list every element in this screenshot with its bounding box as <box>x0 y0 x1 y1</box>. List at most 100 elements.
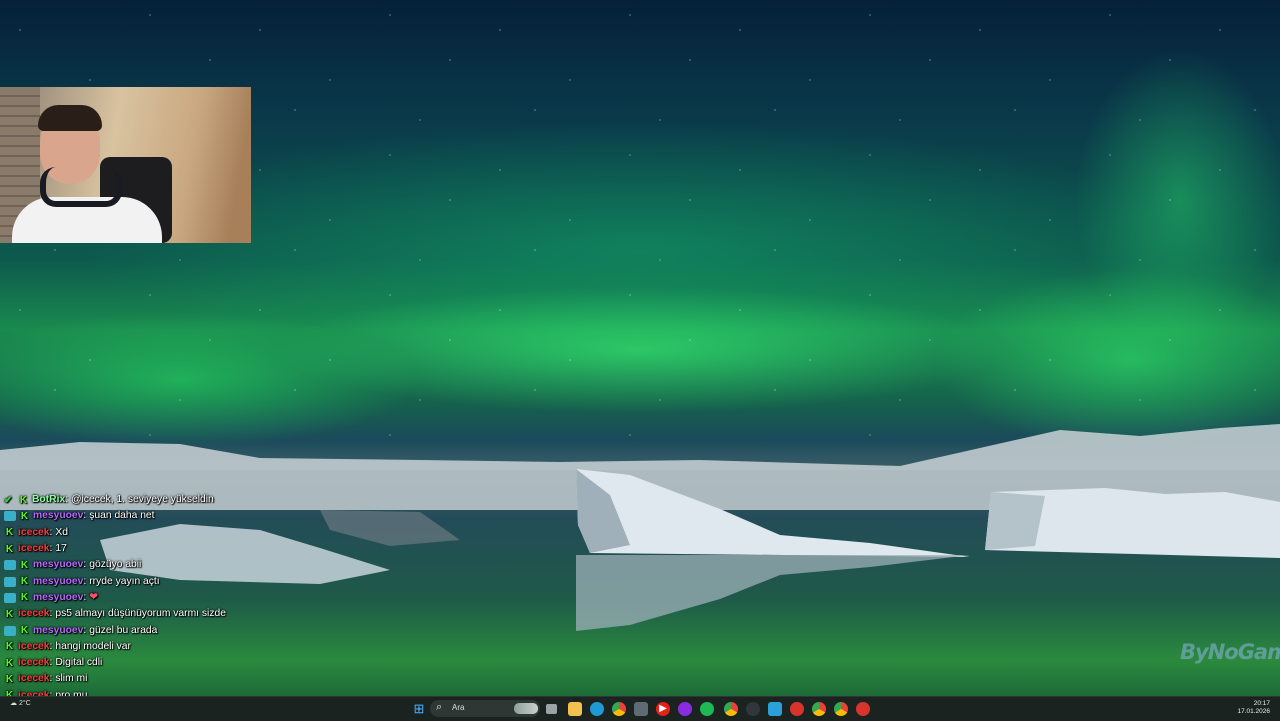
clock-time: 20:17 <box>1253 700 1270 707</box>
chat-text: gözüyo abii <box>89 559 142 571</box>
subscriber-badge-icon <box>4 576 16 587</box>
search-input[interactable]: Ara <box>452 703 464 712</box>
webcam-overlay <box>0 87 251 243</box>
calculator-icon[interactable] <box>634 702 648 716</box>
chat-message: Kicecek: hangi modeli var <box>4 639 334 655</box>
kick-badge-icon: K <box>5 527 14 539</box>
chat-text: Xd <box>55 526 68 538</box>
app-red-icon[interactable] <box>790 702 804 716</box>
chat-text: slim mi <box>55 673 88 685</box>
chat-username[interactable]: icecek <box>18 541 50 557</box>
subscriber-badge-icon <box>4 592 16 603</box>
chat-separator: : <box>83 575 87 587</box>
chat-separator: : <box>49 608 53 620</box>
taskbar-search[interactable]: ⌕ Ara <box>430 700 540 717</box>
chat-separator: : <box>83 510 87 522</box>
chat-username[interactable]: mesyuoev <box>33 623 83 639</box>
chat-message: ✔ K BotRix: @icecek, 1. seviyeye yükseldin <box>4 492 334 508</box>
kick-badge-icon: K <box>20 625 29 637</box>
chat-message: Kicecek: ps5 almayı düşünüyorum varmı siz… <box>4 606 334 622</box>
kick-badge-icon: K <box>5 641 14 653</box>
kick-badge-icon: K <box>20 510 29 522</box>
chat-username[interactable]: BotRix <box>32 492 65 508</box>
search-icon: ⌕ <box>436 701 443 713</box>
kick-badge-icon: K <box>5 543 14 555</box>
weather-icon: ☁ <box>10 700 17 707</box>
chat-username[interactable]: icecek <box>18 655 50 671</box>
obs-icon[interactable] <box>746 702 760 716</box>
channel-watermark: ByNoGame <box>1180 640 1280 664</box>
chat-separator: : <box>49 543 53 555</box>
chat-message: Kmesyuoev: şuan daha net <box>4 508 334 524</box>
subscriber-badge-icon <box>4 625 16 636</box>
chat-username[interactable]: mesyuoev <box>33 574 83 590</box>
chat-username[interactable]: mesyuoev <box>33 508 83 524</box>
chat-username[interactable]: icecek <box>18 606 50 622</box>
chat-separator: : <box>49 657 53 669</box>
chat-message: Kmesyuoev: güzel bu arada <box>4 622 334 638</box>
chat-message: Kicecek: Xd <box>4 525 334 541</box>
chat-separator: : <box>49 640 53 652</box>
iceberg-reflection <box>576 555 970 631</box>
chat-separator: : <box>83 559 87 571</box>
search-highlight-image <box>514 703 538 714</box>
kick-badge-icon: K <box>5 657 14 669</box>
chat-username[interactable]: icecek <box>18 671 50 687</box>
kick-badge-icon: K <box>20 559 29 571</box>
chat-text: hangi modeli var <box>55 640 131 652</box>
kick-badge-icon: K <box>5 608 14 620</box>
subscriber-badge-icon <box>4 560 16 571</box>
chat-text: rryde yayın açtı <box>89 575 160 587</box>
chat-message: Kicecek:17 <box>4 541 334 557</box>
chat-message: Kmesyuoev: ❤ <box>4 590 334 606</box>
chat-username[interactable]: mesyuoev <box>33 590 83 606</box>
chat-text: 17 <box>55 543 67 555</box>
chat-message: Kmesyuoev: rryde yayın açtı <box>4 573 334 589</box>
chrome-app-3-icon[interactable] <box>834 702 848 716</box>
chrome-app-2-icon[interactable] <box>812 702 826 716</box>
chat-text: güzel bu arada <box>89 624 158 636</box>
app-red-2-icon[interactable] <box>856 702 870 716</box>
edge-icon[interactable] <box>590 702 604 716</box>
chat-message: Kicecek: slim mi <box>4 671 334 687</box>
chat-separator: : <box>83 591 87 603</box>
headphones <box>40 167 122 207</box>
webcam-person-hair <box>38 105 102 131</box>
youtube-icon[interactable]: ▶ <box>656 702 670 716</box>
iceberg-center <box>576 469 970 557</box>
chat-username[interactable]: icecek <box>18 525 50 541</box>
store-icon[interactable] <box>768 702 782 716</box>
chat-message: Kmesyuoev: gözüyo abii <box>4 557 334 573</box>
chat-separator: : <box>65 494 69 506</box>
kick-badge-icon: K <box>5 673 14 685</box>
chat-separator: : <box>49 526 53 538</box>
chrome-icon[interactable] <box>612 702 626 716</box>
opera-icon[interactable] <box>678 702 692 716</box>
chat-overlay: ✔ K BotRix: @icecek, 1. seviyeye yükseldin K… <box>4 492 334 720</box>
system-clock[interactable]: 20:17 17.01.2026 <box>1237 700 1270 716</box>
chat-separator: : <box>49 673 53 685</box>
chat-text: @icecek, 1. seviyeye yükseldin <box>71 494 214 506</box>
subscriber-badge-icon <box>4 511 16 522</box>
chat-username[interactable]: icecek <box>18 639 50 655</box>
chat-text: şuan daha net <box>89 510 155 522</box>
taskbar: ☁ 2°C ⊞ ⌕ Ara ▶ 20:17 17.01.2026 <box>0 696 1280 721</box>
chat-message: Kicecek: Digital cdli <box>4 655 334 671</box>
kick-badge-icon: K <box>20 592 29 604</box>
moderator-badge-icon: ✔ <box>4 494 13 506</box>
chrome-app-icon[interactable] <box>724 702 738 716</box>
iceberg-right <box>985 488 1280 558</box>
start-icon[interactable]: ⊞ <box>412 702 426 716</box>
clock-date: 17.01.2026 <box>1237 708 1270 715</box>
weather-temp: 2°C <box>18 700 31 707</box>
chat-text: Digital cdli <box>55 657 103 669</box>
kick-badge-icon: K <box>20 576 29 588</box>
taskview-icon[interactable] <box>546 704 557 714</box>
chat-text: ps5 almayı düşünüyorum varmı sizde <box>55 608 226 620</box>
chat-text: ❤ <box>89 591 98 603</box>
kick-badge-icon: K <box>19 494 28 506</box>
file-explorer-icon[interactable] <box>568 702 582 716</box>
weather-widget[interactable]: ☁ 2°C <box>10 699 31 707</box>
chat-username[interactable]: mesyuoev <box>33 557 83 573</box>
spotify-icon[interactable] <box>700 702 714 716</box>
